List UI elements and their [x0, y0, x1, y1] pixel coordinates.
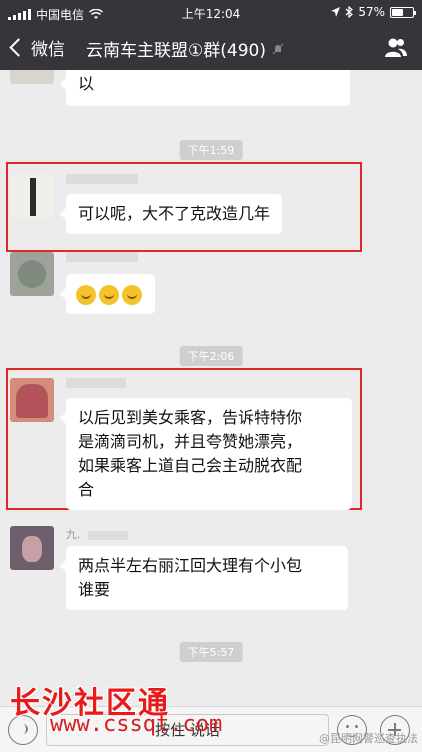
- chat-title: 云南车主联盟①群(490): [86, 36, 284, 61]
- avatar[interactable]: [10, 526, 54, 570]
- nav-bar: 微信 云南车主联盟①群(490): [0, 26, 422, 70]
- back-button[interactable]: 微信: [6, 35, 65, 60]
- back-label: 微信: [31, 40, 65, 60]
- emoji-message-bubble[interactable]: [60, 274, 155, 314]
- avatar[interactable]: [10, 378, 54, 422]
- message-bubble[interactable]: 以后见到美女乘客，告诉特特你 是滴滴司机，并且夸赞她漂亮， 如果乘客上道自己会主…: [60, 398, 352, 510]
- weibo-watermark: @昆明网警巡查执法: [319, 732, 418, 745]
- chat-area: 以 下午1:59 可以呢，大不了克改造几年 下午2:06 以后见到美女乘客，告诉…: [0, 70, 422, 706]
- sender-nickname: [66, 174, 138, 184]
- group-name: 云南车主联盟①群(490): [86, 41, 266, 61]
- status-bar: 中国电信 上午12:04 57%: [0, 0, 422, 26]
- chevron-left-icon: [9, 38, 28, 57]
- laughing-emoji-icon: [76, 284, 145, 305]
- avatar[interactable]: [10, 252, 54, 296]
- bluetooth-icon: [345, 6, 354, 18]
- laughing-emoji-icon: [99, 284, 119, 305]
- avatar[interactable]: [10, 70, 54, 84]
- sender-nickname: 九.: [66, 526, 128, 542]
- battery-icon: [390, 6, 416, 18]
- url-watermark: www.cssqt.com: [50, 712, 223, 737]
- mute-bell-icon: [272, 43, 284, 54]
- message-bubble[interactable]: 两点半左右丽江回大理有个小包 谁要: [60, 546, 348, 610]
- avatar[interactable]: [10, 174, 54, 218]
- sender-nickname: [66, 378, 126, 388]
- location-icon: [331, 7, 341, 17]
- message-bubble[interactable]: 可以呢，大不了克改造几年: [59, 194, 283, 234]
- laughing-emoji-icon: [122, 284, 142, 305]
- timestamp: 下午1:59: [179, 140, 243, 160]
- sender-nickname: [66, 252, 138, 262]
- timestamp: 下午5:57: [179, 642, 243, 662]
- battery-percent: 57%: [358, 5, 385, 19]
- message-bubble[interactable]: 以: [60, 70, 350, 106]
- laughing-emoji-icon: [76, 284, 96, 305]
- group-members-icon[interactable]: [384, 37, 408, 59]
- timestamp: 下午2:06: [179, 346, 243, 366]
